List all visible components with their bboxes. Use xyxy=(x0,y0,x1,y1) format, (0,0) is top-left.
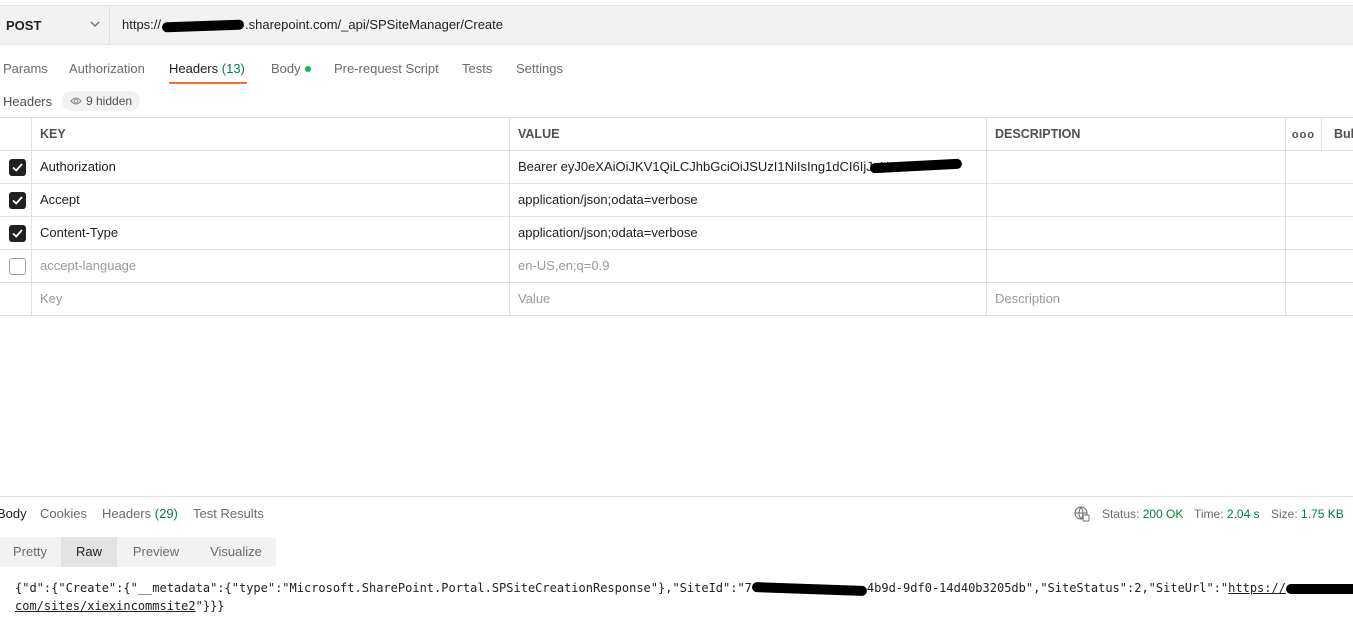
more-dots-icon: ooo xyxy=(1291,129,1316,141)
time-label: Time: xyxy=(1194,507,1224,521)
new-description-input[interactable]: Description xyxy=(987,283,1286,315)
tab-body[interactable]: Body xyxy=(271,61,311,76)
header-description-cell[interactable] xyxy=(987,184,1286,216)
request-url-bar: POST https:// .sharepoint.com/_api/SPSite… xyxy=(0,5,1353,45)
view-raw[interactable]: Raw xyxy=(61,537,117,567)
tab-tests[interactable]: Tests xyxy=(462,61,492,76)
request-tabs: Params Authorization Headers (13) Body P… xyxy=(0,58,700,86)
table-row: Accept application/json;odata=verbose xyxy=(0,184,1353,217)
table-row: accept-language en-US,en;q=0.9 xyxy=(0,250,1353,283)
table-row: Content-Type application/json;odata=verb… xyxy=(0,217,1353,250)
globe-icon[interactable] xyxy=(1073,505,1090,522)
column-header-value: VALUE xyxy=(510,118,987,150)
response-time[interactable]: Time: 2.04 s xyxy=(1194,507,1260,521)
active-tab-indicator xyxy=(169,82,247,84)
tab-authorization[interactable]: Authorization xyxy=(69,61,145,76)
row-check-cell xyxy=(0,217,32,249)
method-select[interactable]: POST xyxy=(0,6,110,44)
new-key-input[interactable]: Key xyxy=(32,283,510,315)
column-header-description: DESCRIPTION xyxy=(987,118,1286,150)
url-suffix: .sharepoint.com/_api/SPSiteManager/Creat… xyxy=(245,17,504,32)
table-header-row: KEY VALUE DESCRIPTION ooo Bulk xyxy=(0,118,1353,151)
row-check-cell xyxy=(0,184,32,216)
chevron-down-icon xyxy=(90,21,100,27)
tab-headers[interactable]: Headers (13) xyxy=(169,61,245,76)
more-options-button[interactable]: ooo xyxy=(1286,118,1322,150)
redacted-site-host xyxy=(1285,583,1353,594)
size-value: 1.75 KB xyxy=(1301,507,1344,521)
header-enabled-checkbox[interactable] xyxy=(9,225,26,242)
response-tab-test-results[interactable]: Test Results xyxy=(193,506,264,521)
header-key-cell[interactable]: Content-Type xyxy=(32,217,510,249)
header-value-text: Bearer eyJ0eXAiOiJKV1QiLCJhbGciOiJSUzI1N… xyxy=(518,159,890,174)
header-description-cell[interactable] xyxy=(987,250,1286,282)
raw-line-2: com/sites/xiexincommsite2"}}} xyxy=(15,597,1353,615)
new-value-input[interactable]: Value xyxy=(510,283,987,315)
view-pretty[interactable]: Pretty xyxy=(0,537,60,567)
method-label: POST xyxy=(6,17,42,33)
hidden-headers-toggle[interactable]: 9 hidden xyxy=(62,91,141,111)
hidden-headers-label: 9 hidden xyxy=(86,94,133,108)
tab-body-label: Body xyxy=(271,61,301,76)
redacted-host xyxy=(161,19,245,32)
raw-line-1: {"d":{"Create":{"__metadata":{"type":"Mi… xyxy=(15,579,1353,597)
response-tab-headers-count: (29) xyxy=(154,506,178,521)
response-tab-headers[interactable]: Headers (29) xyxy=(102,506,178,521)
header-value-cell[interactable]: application/json;odata=verbose xyxy=(510,217,987,249)
size-label: Size: xyxy=(1271,507,1298,521)
url-prefix: https:// xyxy=(122,17,162,32)
status-label: Status: xyxy=(1102,507,1140,521)
time-value: 2.04 s xyxy=(1226,507,1260,521)
tab-headers-label: Headers xyxy=(169,61,219,76)
header-description-cell[interactable] xyxy=(987,217,1286,249)
raw-text-1b: 4b9d-9df0-14d40b3205db","SiteStatus":2,"… xyxy=(866,581,1229,595)
row-check-cell xyxy=(0,283,32,315)
tab-headers-count: (13) xyxy=(221,61,245,76)
bulk-edit-button[interactable]: Bulk xyxy=(1322,118,1353,150)
table-row: Authorization Bearer eyJ0eXAiOiJKV1QiLCJ… xyxy=(0,151,1353,184)
column-header-key: KEY xyxy=(32,118,510,150)
check-icon xyxy=(12,229,23,238)
view-visualize[interactable]: Visualize xyxy=(196,537,276,567)
view-preview[interactable]: Preview xyxy=(118,537,194,567)
site-url-link-cont[interactable]: com/sites/xiexincommsite2 xyxy=(15,599,196,613)
raw-text-1a: {"d":{"Create":{"__metadata":{"type":"Mi… xyxy=(15,581,752,595)
header-enabled-checkbox[interactable] xyxy=(9,258,26,275)
site-url-link[interactable]: https:// xyxy=(1228,581,1286,595)
tab-settings[interactable]: Settings xyxy=(516,61,563,76)
tab-pre-request-script[interactable]: Pre-request Script xyxy=(334,61,439,76)
header-key-cell[interactable]: Authorization xyxy=(32,151,510,183)
row-check-cell xyxy=(0,250,32,282)
redacted-siteid xyxy=(751,581,868,596)
raw-text-2-end: "}}} xyxy=(195,599,225,613)
header-value-cell[interactable]: en-US,en;q=0.9 xyxy=(510,250,987,282)
header-enabled-checkbox[interactable] xyxy=(9,192,26,209)
headers-section-title: Headers xyxy=(3,94,53,109)
response-body-raw[interactable]: {"d":{"Create":{"__metadata":{"type":"Mi… xyxy=(15,579,1353,615)
header-description-cell[interactable] xyxy=(987,151,1286,183)
response-size[interactable]: Size: 1.75 KB xyxy=(1271,507,1344,521)
eye-icon xyxy=(70,97,82,105)
header-check-cell xyxy=(0,118,32,150)
header-enabled-checkbox[interactable] xyxy=(9,159,26,176)
response-tab-headers-label: Headers xyxy=(102,506,152,521)
check-icon xyxy=(12,196,23,205)
header-key-cell[interactable]: Accept xyxy=(32,184,510,216)
tab-params[interactable]: Params xyxy=(3,61,48,76)
row-check-cell xyxy=(0,151,32,183)
headers-table: KEY VALUE DESCRIPTION ooo Bulk Authoriza… xyxy=(0,117,1353,316)
table-row-new: Key Value Description xyxy=(0,283,1353,316)
url-input[interactable]: https:// .sharepoint.com/_api/SPSiteManag… xyxy=(122,17,503,32)
response-tab-body[interactable]: Body xyxy=(0,506,27,521)
response-tab-cookies[interactable]: Cookies xyxy=(40,506,87,521)
body-modified-dot-icon xyxy=(304,65,311,72)
response-status: Status: 200 OK xyxy=(1102,507,1183,521)
header-key-cell[interactable]: accept-language xyxy=(32,250,510,282)
check-icon xyxy=(12,163,23,172)
response-view-modes: Pretty Raw Preview Visualize xyxy=(0,537,276,567)
status-value: 200 OK xyxy=(1142,507,1184,521)
header-value-cell[interactable]: application/json;odata=verbose xyxy=(510,184,987,216)
response-tabs-bar: Body Cookies Headers (29) Test Results S… xyxy=(0,496,1353,528)
